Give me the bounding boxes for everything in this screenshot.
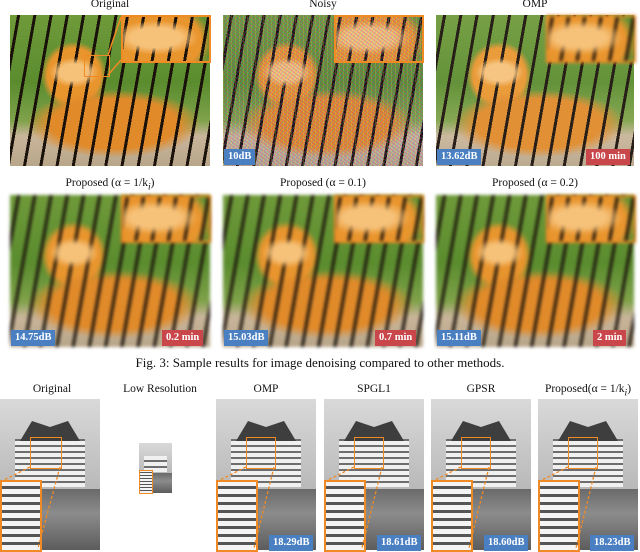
- psnr-badge: 18.29dB: [269, 535, 314, 551]
- zoom-region-marker: [568, 437, 598, 469]
- zoom-region-marker: [461, 437, 491, 469]
- title-low-resolution: Low Resolution: [123, 383, 197, 395]
- title-sr-proposed: Proposed(α = 1/ki): [544, 383, 632, 399]
- zoom-region-marker: [354, 437, 384, 469]
- runtime-badge: 0.2 min: [162, 330, 204, 346]
- title-sr-gpsr: GPSR: [466, 383, 496, 395]
- title-proposed-c: Proposed (α = 0.2): [492, 177, 578, 189]
- title-sr-original: Original: [32, 383, 72, 395]
- zoom-inset: [121, 15, 211, 63]
- title-sr-spgl1: SPGL1: [357, 383, 391, 395]
- runtime-badge: 2 min: [593, 330, 627, 346]
- zoom-inset: [121, 195, 211, 243]
- zoom-region-marker: [30, 437, 62, 469]
- figure-caption: Fig. 3: Sample results for image denoisi…: [135, 355, 505, 370]
- zoom-region-marker: [84, 55, 110, 77]
- psnr-badge: 18.60dB: [484, 535, 529, 551]
- psnr-badge: 13.62dB: [437, 149, 482, 165]
- psnr-badge: 18.61dB: [377, 535, 422, 551]
- zoom-inset: [334, 15, 424, 63]
- runtime-badge: 100 min: [586, 149, 630, 165]
- psnr-badge: 18.23dB: [590, 535, 635, 551]
- title-original: Original: [90, 0, 130, 10]
- title-proposed-a: Proposed (α = 1/ki): [65, 177, 155, 193]
- runtime-badge: 0.7 min: [375, 330, 417, 346]
- zoom-inset: [216, 480, 258, 552]
- psnr-badge: 14.75dB: [11, 330, 56, 346]
- zoom-inset: [334, 195, 424, 243]
- psnr-badge: 15.03dB: [224, 330, 269, 346]
- psnr-badge: 10dB: [224, 149, 256, 165]
- title-noisy: Noisy: [309, 0, 337, 10]
- title-proposed-b: Proposed (α = 0.1): [280, 177, 366, 189]
- title-omp: OMP: [522, 0, 548, 10]
- zoom-inset: [139, 470, 153, 494]
- zoom-region-marker: [246, 437, 276, 469]
- title-sr-omp: OMP: [253, 383, 279, 395]
- zoom-inset: [324, 480, 366, 552]
- psnr-badge: 15.11dB: [437, 330, 481, 346]
- zoom-inset: [0, 480, 42, 552]
- zoom-inset: [431, 480, 473, 552]
- zoom-inset: [546, 15, 636, 63]
- zoom-inset: [538, 480, 580, 552]
- zoom-inset: [546, 195, 636, 243]
